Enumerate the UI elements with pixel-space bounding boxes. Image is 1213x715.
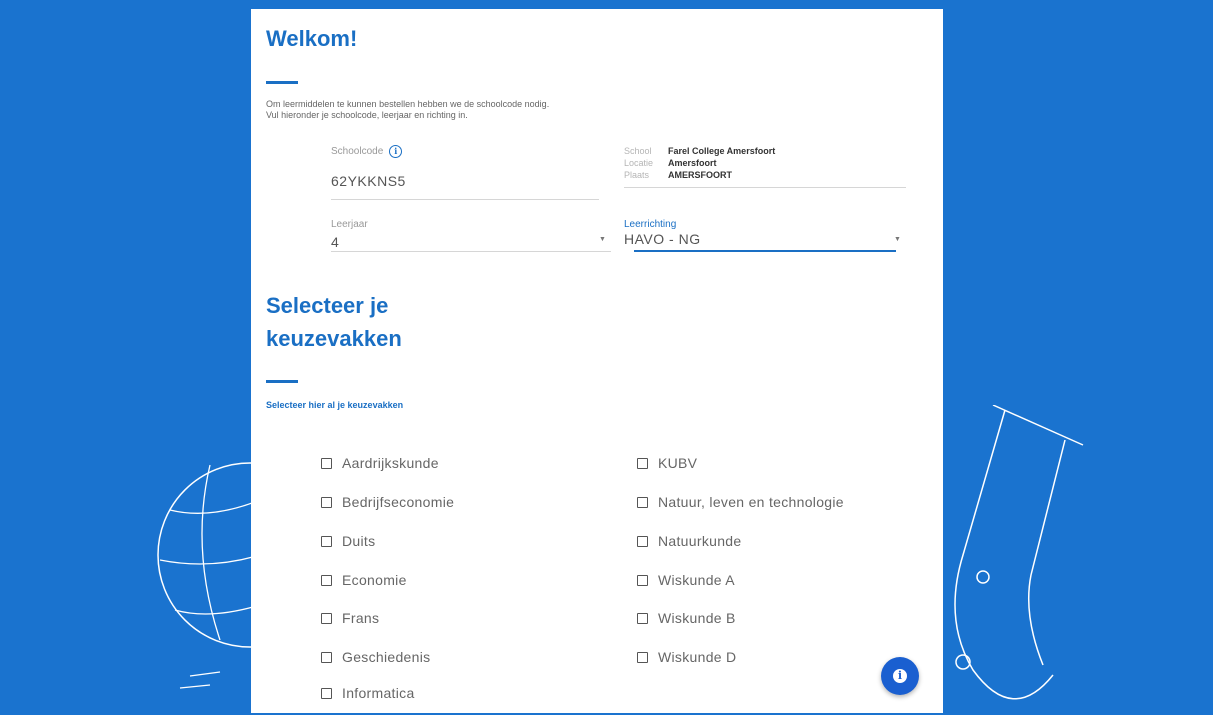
school-value: Farel College Amersfoort: [668, 146, 776, 156]
checkbox-informatica[interactable]: Informatica: [321, 685, 415, 701]
checkbox-nlt[interactable]: Natuur, leven en technologie: [637, 494, 844, 510]
leerjaar-value: 4: [331, 234, 340, 250]
checkbox-economie[interactable]: Economie: [321, 572, 407, 588]
checkbox-kubv[interactable]: KUBV: [637, 455, 697, 471]
checkbox-label: Aardrijkskunde: [342, 455, 439, 471]
checkbox-label: Bedrijfseconomie: [342, 494, 455, 510]
checkbox-aardrijkskunde[interactable]: Aardrijkskunde: [321, 455, 439, 471]
schoolcode-label-text: Schoolcode: [331, 146, 384, 158]
checkbox-box: [637, 612, 648, 624]
checkbox-geschiedenis[interactable]: Geschiedenis: [321, 649, 430, 665]
intro-line-1: Om leermiddelen te kunnen bestellen hebb…: [266, 99, 550, 109]
chevron-down-icon: ▼: [599, 236, 606, 243]
checkbox-duits[interactable]: Duits: [321, 533, 375, 549]
intro-text: Om leermiddelen te kunnen bestellen hebb…: [266, 99, 866, 121]
leerjaar-label: Leerjaar: [331, 219, 368, 230]
electives-accent-bar: [266, 380, 298, 383]
checkbox-label: Wiskunde D: [658, 649, 737, 665]
checkbox-label: Wiskunde A: [658, 572, 735, 588]
checkbox-label: Informatica: [342, 685, 415, 701]
school-info: School Farel College Amersfoort Locatie …: [624, 145, 775, 181]
school-info-underline: [624, 187, 906, 188]
schoolcode-underline: [331, 199, 599, 200]
info-icon: i: [893, 669, 907, 683]
page-title: Welkom!: [266, 26, 358, 51]
checkbox-box: [321, 535, 332, 547]
checkbox-natuurkunde[interactable]: Natuurkunde: [637, 533, 741, 549]
info-icon[interactable]: i: [389, 145, 403, 158]
schoolcode-label: Schoolcode i: [331, 145, 403, 158]
checkbox-box: [321, 612, 332, 624]
checkbox-box: [321, 651, 332, 663]
checkbox-label: Duits: [342, 533, 376, 549]
electives-title: Selecteer je keuzevakken: [266, 293, 402, 351]
title-accent-bar: [266, 81, 298, 84]
checkbox-box: [321, 496, 332, 508]
checkbox-frans[interactable]: Frans: [321, 610, 379, 626]
checkbox-box: [637, 535, 648, 547]
leerrichting-underline: [634, 250, 896, 252]
checkbox-wiskunde-b[interactable]: Wiskunde B: [637, 610, 736, 626]
chevron-down-icon: ▼: [894, 236, 901, 243]
checkbox-bedrijfseconomie[interactable]: Bedrijfseconomie: [321, 494, 454, 510]
flask-illustration: [943, 405, 1093, 715]
checkbox-label: Natuur, leven en technologie: [658, 494, 844, 510]
checkbox-label: Wiskunde B: [658, 610, 736, 626]
checkbox-label: Natuurkunde: [658, 533, 742, 549]
checkbox-box: [321, 457, 332, 469]
checkbox-label: Economie: [342, 572, 407, 588]
plaats-label: Plaats: [624, 170, 650, 180]
checkbox-label: Frans: [342, 610, 380, 626]
checkbox-box: [637, 496, 648, 508]
checkbox-box: [321, 687, 332, 699]
checkbox-wiskunde-a[interactable]: Wiskunde A: [637, 572, 735, 588]
checkbox-label: Geschiedenis: [342, 649, 431, 665]
checkbox-label: KUBV: [658, 455, 698, 471]
leerrichting-value: HAVO - NG: [624, 231, 701, 247]
checkbox-wiskunde-d[interactable]: Wiskunde D: [637, 649, 736, 665]
info-fab-button[interactable]: i: [881, 657, 919, 695]
school-label: School: [624, 146, 652, 156]
checkbox-box: [637, 651, 648, 663]
main-card: Welkom! Om leermiddelen te kunnen bestel…: [251, 9, 943, 713]
electives-subtitle: Selecteer hier al je keuzevakken: [266, 400, 404, 410]
globe-illustration: [150, 440, 260, 700]
locatie-value: Amersfoort: [668, 158, 717, 168]
plaats-value: AMERSFOORT: [668, 170, 732, 180]
leerrichting-label: Leerrichting: [624, 219, 677, 230]
checkbox-box: [637, 457, 648, 469]
intro-line-2: Vul hieronder je schoolcode, leerjaar en…: [266, 110, 468, 120]
locatie-label: Locatie: [624, 158, 654, 168]
checkbox-box: [637, 574, 648, 586]
leerjaar-underline: [331, 251, 611, 252]
schoolcode-input[interactable]: 62YKKNS5: [331, 173, 406, 189]
checkbox-box: [321, 574, 332, 586]
